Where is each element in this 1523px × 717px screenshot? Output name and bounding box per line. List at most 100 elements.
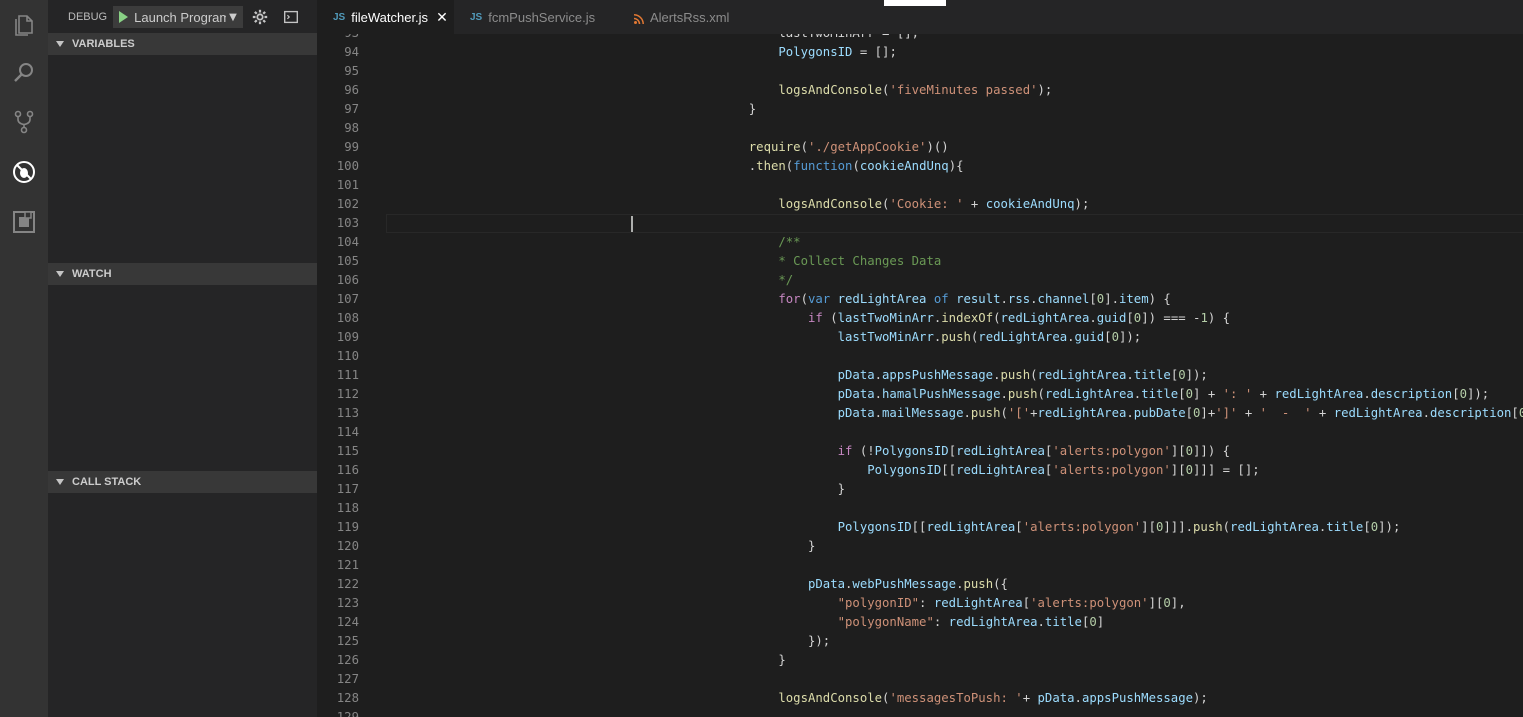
line-number: 116 [336,463,359,477]
launch-config-select[interactable]: Launch Program ▼ [113,6,244,28]
chevron-down-icon[interactable]: ▼ [229,12,237,23]
line-number: 98 [344,121,359,135]
code-text: pData.hamalPushMessage.push(redLightArea… [386,387,1490,401]
code-line: 104 /** [317,233,1523,252]
extensions-icon[interactable] [0,198,48,246]
debug-console-icon[interactable] [281,7,301,27]
line-number: 124 [336,615,359,629]
debug-title: DEBUG [68,11,108,23]
line-number: 105 [336,254,359,268]
code-line: 127 [317,670,1523,689]
line-number: 107 [336,292,359,306]
expand-icon [56,479,64,485]
code-line: 111 pData.appsPushMessage.push(redLightA… [317,366,1523,385]
tab-alertsrss[interactable]: AlertsRss.xml [618,0,768,34]
code-line: 114 [317,423,1523,442]
code-line: 94 PolygonsID = []; [317,43,1523,62]
code-line: 110 [317,347,1523,366]
code-line: 97 } [317,100,1523,119]
launch-config-label: Launch Program [134,9,227,25]
code-line: 103 [317,214,1523,233]
code-line: 95 [317,62,1523,81]
code-line: 93 lastTwoMinArr = []; [317,34,1523,43]
code-line: 107 for(var redLightArea of result.rss.c… [317,290,1523,309]
line-number: 125 [336,634,359,648]
line-number: 117 [336,482,359,496]
code-line: 116 PolygonsID[[redLightArea['alerts:pol… [317,461,1523,480]
code-text: "polygonName": redLightArea.title[0] [386,615,1105,629]
line-number: 110 [336,349,359,363]
code-editor[interactable]: 93 lastTwoMinArr = [];94 PolygonsID = []… [317,34,1523,717]
code-text: PolygonsID = []; [386,45,897,59]
expand-icon [56,271,64,277]
js-file-icon: JS [333,11,346,23]
code-text: logsAndConsole('messagesToPush: '+ pData… [386,691,1208,705]
code-line: 105 * Collect Changes Data [317,252,1523,271]
code-text: for(var redLightArea of result.rss.chann… [386,292,1171,306]
line-number: 96 [344,83,359,97]
play-icon[interactable] [119,11,129,23]
code-text: lastTwoMinArr.push(redLightArea.guid[0])… [386,330,1142,344]
code-line: 118 [317,499,1523,518]
current-line-highlight [386,214,1523,233]
close-icon[interactable]: ✕ [436,9,448,26]
code-text: .then(function(cookieAndUnq){ [386,159,964,173]
debug-toolbar: DEBUG Launch Program ▼ [48,0,317,34]
code-line: 125 }); [317,632,1523,651]
code-text: PolygonsID[[redLightArea['alerts:polygon… [386,520,1401,534]
code-text: * Collect Changes Data [386,254,942,268]
watch-section-header[interactable]: WATCH [48,263,317,285]
line-number: 118 [336,501,359,515]
tab-fcmpushservice[interactable]: JS fcmPushService.js [454,0,618,34]
code-text: "polygonID": redLightArea['alerts:polygo… [386,596,1186,610]
line-number: 129 [336,710,359,717]
code-text: logsAndConsole('Cookie: ' + cookieAndUnq… [386,197,1090,211]
code-text: }); [386,634,831,648]
code-line: 119 PolygonsID[[redLightArea['alerts:pol… [317,518,1523,537]
call-stack-section-header[interactable]: CALL STACK [48,471,317,493]
line-number: 114 [336,425,359,439]
code-line: 120 } [317,537,1523,556]
debug-icon[interactable] [0,148,48,196]
call-stack-label: CALL STACK [72,476,142,488]
code-text: lastTwoMinArr = []; [386,34,919,43]
variables-section-header[interactable]: VARIABLES [48,33,317,55]
code-text: } [386,539,816,553]
line-number: 103 [336,216,359,230]
code-line: 109 lastTwoMinArr.push(redLightArea.guid… [317,328,1523,347]
code-text: /** [386,235,801,249]
line-number: 119 [336,520,359,534]
code-line: 99 require('./getAppCookie')() [317,138,1523,157]
code-line: 122 pData.webPushMessage.push({ [317,575,1523,594]
code-text: */ [386,273,794,287]
code-text: if (lastTwoMinArr.indexOf(redLightArea.g… [386,311,1231,325]
search-icon[interactable] [0,48,48,96]
code-line: 106 */ [317,271,1523,290]
line-number: 109 [336,330,359,344]
code-text: if (!PolygonsID[redLightArea['alerts:pol… [386,444,1231,458]
line-number: 106 [336,273,359,287]
source-control-icon[interactable] [0,98,48,146]
code-line: 124 "polygonName": redLightArea.title[0] [317,613,1523,632]
watch-label: WATCH [72,268,112,280]
line-number: 122 [336,577,359,591]
expand-icon [56,41,64,47]
line-number: 100 [336,159,359,173]
gear-icon[interactable] [250,7,270,27]
code-line: 96 logsAndConsole('fiveMinutes passed'); [317,81,1523,100]
code-line: 108 if (lastTwoMinArr.indexOf(redLightAr… [317,309,1523,328]
code-line: 121 [317,556,1523,575]
code-line: 128 logsAndConsole('messagesToPush: '+ p… [317,689,1523,708]
line-number: 121 [336,558,359,572]
code-line: 98 [317,119,1523,138]
files-icon[interactable] [0,0,48,48]
variables-label: VARIABLES [72,38,135,50]
code-line: 123 "polygonID": redLightArea['alerts:po… [317,594,1523,613]
line-number: 97 [344,102,359,116]
line-number: 126 [336,653,359,667]
code-lines: 93 lastTwoMinArr = [];94 PolygonsID = []… [317,34,1523,717]
line-number: 99 [344,140,359,154]
line-number: 94 [344,45,359,59]
line-number: 102 [336,197,359,211]
tab-filewatcher[interactable]: JS fileWatcher.js ✕ [317,0,454,34]
